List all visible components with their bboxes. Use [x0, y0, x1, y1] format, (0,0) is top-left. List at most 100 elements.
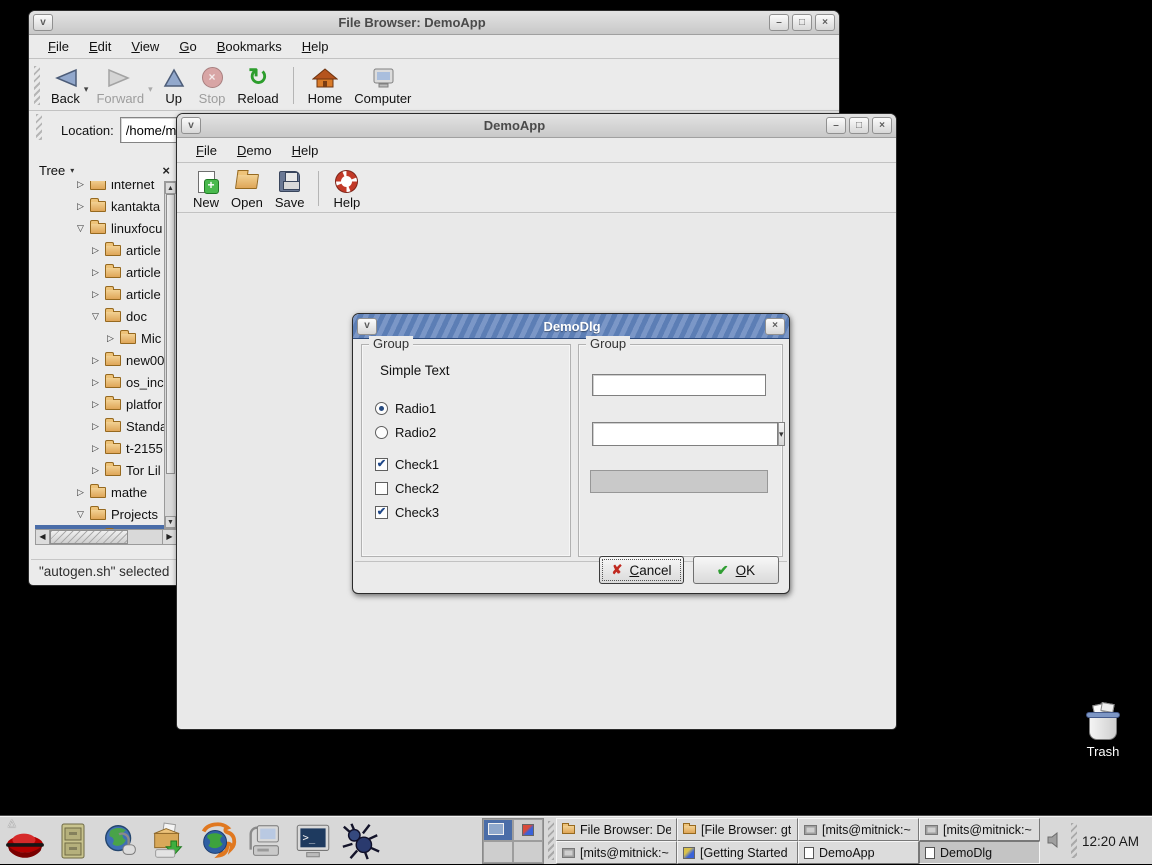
expander-icon[interactable]: ▷ — [107, 333, 120, 344]
maximize-icon[interactable]: □ — [792, 14, 812, 31]
expander-icon[interactable]: ▷ — [92, 377, 105, 388]
scroll-up-icon[interactable]: ▲ — [165, 182, 176, 194]
back-dropdown-icon[interactable]: ▾ — [84, 84, 89, 95]
combo-input[interactable] — [592, 422, 778, 446]
open-button[interactable]: Open — [225, 167, 269, 211]
tree-item-new00[interactable]: ▷new00 — [35, 349, 164, 371]
scroll-down-icon[interactable]: ▼ — [165, 516, 176, 528]
close-icon[interactable]: × — [765, 318, 785, 335]
task-getting-started[interactable]: [Getting Started — [677, 841, 798, 864]
task-file-browser-demoapp[interactable]: File Browser: De — [556, 818, 677, 841]
tree-item-internet[interactable]: ▷internet — [35, 181, 164, 195]
expander-icon[interactable]: ▷ — [92, 443, 105, 454]
radio2-option[interactable]: Radio2 — [375, 424, 436, 440]
expander-icon[interactable]: ▷ — [92, 355, 105, 366]
checkbox-unchecked-icon[interactable] — [375, 482, 388, 495]
combo-dropdown-icon[interactable]: ▾ — [778, 422, 785, 446]
combo-box[interactable]: ▾ — [592, 422, 773, 446]
task-demoapp[interactable]: DemoApp — [798, 841, 919, 864]
up-button[interactable]: Up — [155, 63, 193, 107]
side-pane-header[interactable]: Tree ▾ × — [35, 159, 177, 181]
tree-item-article[interactable]: ▷article — [35, 261, 164, 283]
mozilla-browser-icon[interactable] — [196, 820, 238, 862]
expander-icon[interactable]: ▽ — [77, 509, 90, 520]
demodlg-titlebar[interactable]: v DemoDlg × — [353, 314, 789, 339]
tree-item-mic[interactable]: ▷Mic — [35, 327, 164, 349]
menu-go[interactable]: Go — [170, 36, 205, 57]
check3-option[interactable]: ✔ Check3 — [375, 504, 439, 520]
task-demodlg-active[interactable]: DemoDlg — [919, 841, 1040, 864]
check1-option[interactable]: ✔ Check1 — [375, 456, 439, 472]
tree-item-t2155[interactable]: ▷t-2155 — [35, 437, 164, 459]
radio-unselected-icon[interactable] — [375, 426, 388, 439]
tree-item-tor-lil[interactable]: ▷Tor Lil — [35, 459, 164, 481]
scrollbar-thumb[interactable] — [166, 194, 175, 474]
file-manager-icon[interactable] — [52, 820, 94, 862]
window-menu-icon[interactable]: v — [181, 117, 201, 134]
cancel-button[interactable]: ✘ Cancel — [599, 556, 684, 584]
save-button[interactable]: Save — [269, 167, 311, 211]
menu-edit[interactable]: Edit — [80, 36, 120, 57]
terminal-icon[interactable]: >_ — [292, 820, 334, 862]
menu-view[interactable]: View — [122, 36, 168, 57]
menu-demo[interactable]: Demo — [228, 140, 281, 161]
check2-option[interactable]: Check2 — [375, 480, 439, 496]
tree-item-article[interactable]: ▷article — [35, 239, 164, 261]
workspace-2[interactable] — [513, 819, 543, 841]
expander-icon[interactable]: ▷ — [92, 465, 105, 476]
hardware-browser-icon[interactable] — [244, 820, 286, 862]
tree-item-doc[interactable]: ▽doc — [35, 305, 164, 327]
reload-button[interactable]: ↻ Reload — [231, 63, 284, 107]
tree-item-projects[interactable]: ▽Projects — [35, 503, 164, 525]
computer-button[interactable]: Computer — [348, 63, 417, 107]
window-menu-icon[interactable]: v — [357, 318, 377, 335]
minimize-icon[interactable]: – — [769, 14, 789, 31]
home-button[interactable]: Home — [302, 63, 349, 107]
expander-icon[interactable]: ▷ — [92, 421, 105, 432]
volume-icon[interactable] — [1046, 831, 1064, 852]
web-browser-icon[interactable] — [100, 820, 142, 862]
expander-icon[interactable]: ▷ — [92, 267, 105, 278]
menu-file[interactable]: File — [187, 140, 226, 161]
expander-icon[interactable]: ▽ — [77, 223, 90, 234]
tree-item-os-inc[interactable]: ▷os_inc — [35, 371, 164, 393]
tree-item-linuxfocus[interactable]: ▽linuxfocu — [35, 217, 164, 239]
toolbar-grip[interactable] — [34, 66, 40, 105]
expander-icon[interactable]: ▷ — [92, 399, 105, 410]
package-manager-icon[interactable] — [148, 820, 190, 862]
pane-close-icon[interactable]: × — [159, 163, 173, 178]
checkbox-checked-icon[interactable]: ✔ — [375, 506, 388, 519]
expander-icon[interactable]: ▽ — [92, 311, 105, 322]
close-icon[interactable]: × — [815, 14, 835, 31]
help-button[interactable]: Help — [327, 167, 366, 211]
scroll-left-icon[interactable]: ◀ — [36, 530, 50, 544]
expander-icon[interactable]: ▷ — [77, 201, 90, 212]
close-icon[interactable]: × — [872, 117, 892, 134]
redhat-menu-icon[interactable]: △ — [4, 820, 46, 862]
radio-selected-icon[interactable] — [375, 402, 388, 415]
forward-dropdown-icon[interactable]: ▾ — [148, 84, 153, 95]
tree-horizontal-scrollbar[interactable]: ◀ ▶ — [35, 529, 177, 545]
workspace-4[interactable] — [513, 841, 543, 863]
radio1-option[interactable]: Radio1 — [375, 400, 436, 416]
checkbox-checked-icon[interactable]: ✔ — [375, 458, 388, 471]
menu-bookmarks[interactable]: Bookmarks — [208, 36, 291, 57]
window-menu-icon[interactable]: v — [33, 14, 53, 31]
systray-grip[interactable] — [1071, 823, 1077, 858]
minimize-icon[interactable]: – — [826, 117, 846, 134]
task-terminal-3[interactable]: [mits@mitnick:~ — [919, 818, 1040, 841]
workspace-3[interactable] — [483, 841, 513, 863]
maximize-icon[interactable]: □ — [849, 117, 869, 134]
stop-button[interactable]: × Stop — [193, 63, 232, 107]
expander-icon[interactable]: ▷ — [92, 245, 105, 256]
text-input[interactable] — [592, 374, 766, 396]
ok-button[interactable]: ✔ OK — [693, 556, 779, 584]
location-grip[interactable] — [36, 114, 42, 140]
workspace-pager[interactable] — [482, 818, 544, 864]
back-button[interactable]: Back — [45, 63, 86, 107]
tree-item-platfor[interactable]: ▷platfor — [35, 393, 164, 415]
file-browser-titlebar[interactable]: v File Browser: DemoApp – □ × — [29, 11, 839, 35]
forward-button[interactable]: Forward — [90, 63, 150, 107]
demoapp-titlebar[interactable]: v DemoApp – □ × — [177, 114, 896, 138]
pane-dropdown-icon[interactable]: ▾ — [70, 166, 159, 175]
